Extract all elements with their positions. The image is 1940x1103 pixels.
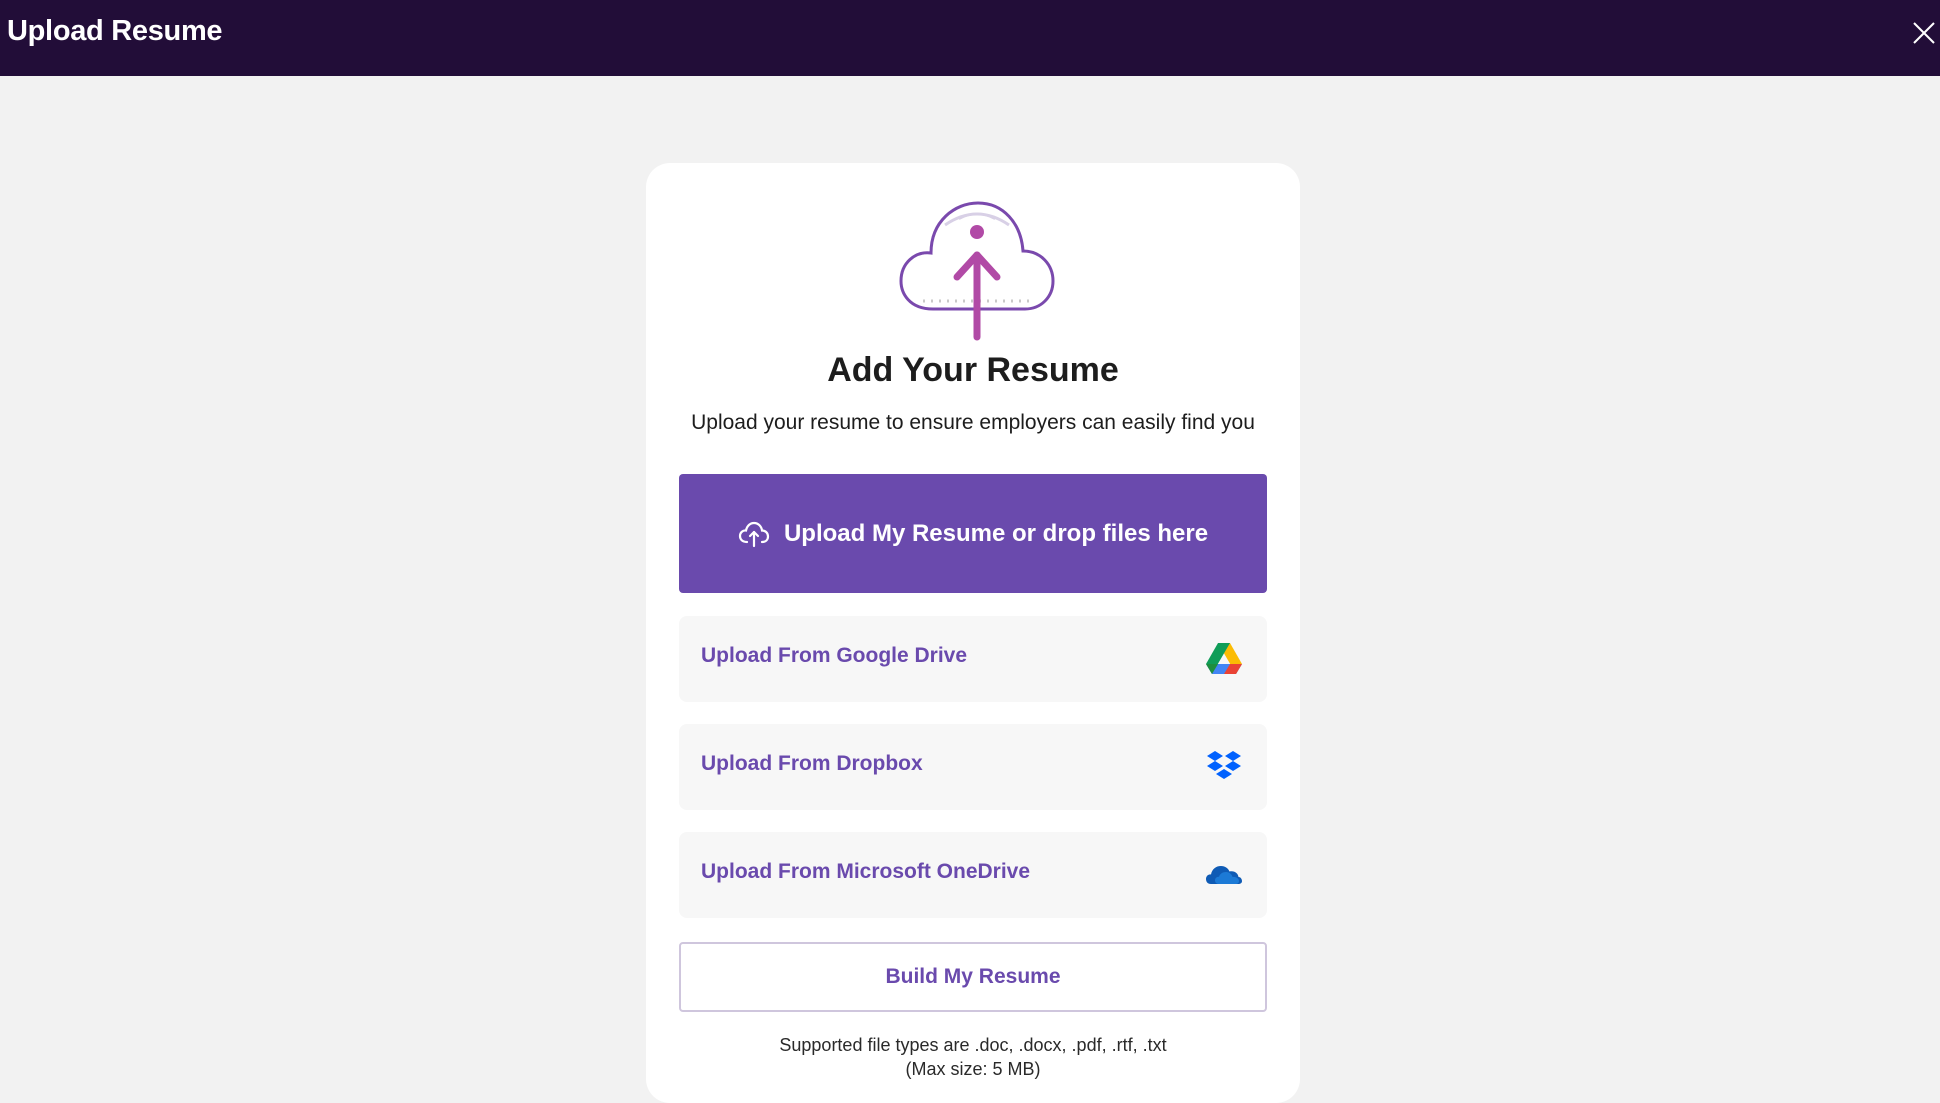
max-size-text: (Max size: 5 MB)	[905, 1059, 1041, 1079]
file-types-text: Supported file types are .doc, .docx, .p…	[779, 1035, 1167, 1055]
onedrive-label: Upload From Microsoft OneDrive	[701, 860, 1031, 883]
close-icon[interactable]	[1910, 19, 1938, 47]
dropbox-icon	[1207, 751, 1241, 779]
dropbox-button[interactable]: Upload From Dropbox	[679, 724, 1267, 810]
onedrive-icon	[1206, 866, 1242, 884]
page-title: Upload Resume	[7, 15, 223, 47]
google-drive-button[interactable]: Upload From Google Drive	[679, 616, 1267, 702]
upload-card: Add Your Resume Upload your resume to en…	[646, 163, 1300, 1103]
header-bar: Upload Resume	[0, 0, 1940, 76]
file-types-note: Supported file types are .doc, .docx, .p…	[646, 1033, 1300, 1081]
cloud-upload-icon	[899, 201, 1055, 341]
cloud-upload-icon	[738, 521, 770, 547]
card-subheading: Upload your resume to ensure employers c…	[691, 411, 1255, 434]
upload-resume-button[interactable]: Upload My Resume or drop files here	[679, 474, 1267, 593]
onedrive-button[interactable]: Upload From Microsoft OneDrive	[679, 832, 1267, 918]
build-resume-button[interactable]: Build My Resume	[679, 942, 1267, 1012]
google-drive-icon	[1206, 643, 1242, 674]
dropbox-label: Upload From Dropbox	[701, 752, 923, 775]
upload-resume-label: Upload My Resume or drop files here	[783, 519, 1209, 547]
card-heading: Add Your Resume	[827, 351, 1119, 389]
google-drive-label: Upload From Google Drive	[701, 644, 968, 667]
